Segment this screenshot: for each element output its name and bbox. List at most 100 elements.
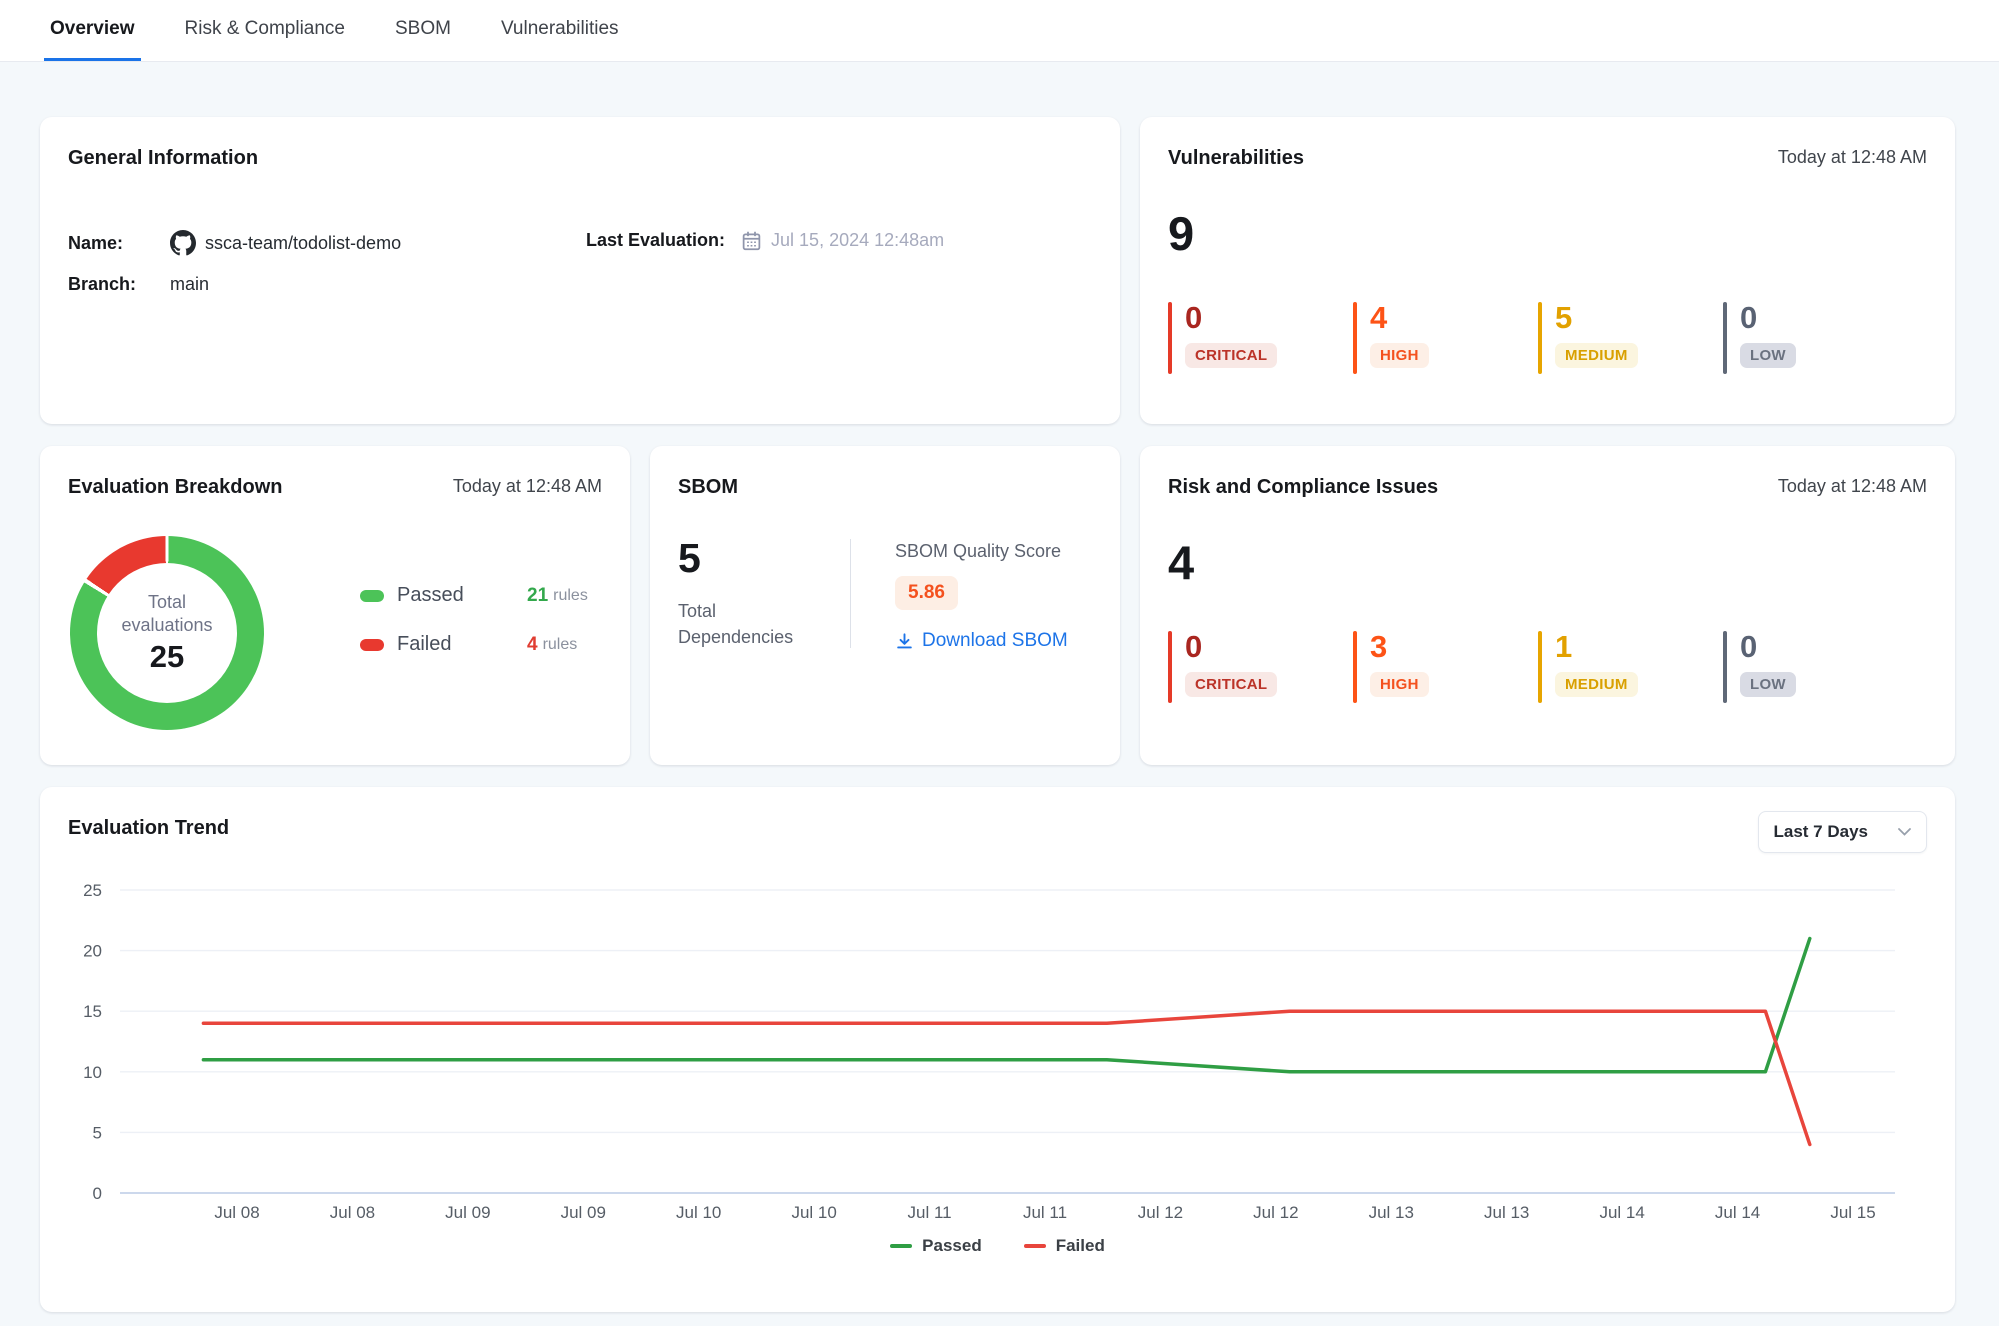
svg-text:Jul 10: Jul 10	[791, 1203, 836, 1222]
svg-text:Jul 10: Jul 10	[676, 1203, 721, 1222]
trend-legend-passed: Passed	[890, 1236, 982, 1256]
download-sbom-link[interactable]: Download SBOM	[895, 630, 1068, 652]
dashboard-content: General Information Name: ssca-team/todo…	[0, 62, 1999, 1312]
svg-text:20: 20	[83, 942, 102, 961]
evaluation-trend-chart: 0510152025Jul 08Jul 08Jul 09Jul 09Jul 10…	[68, 875, 1922, 1230]
svg-text:10: 10	[83, 1063, 102, 1082]
breakdown-legend-failed: Failed 4 rules	[360, 633, 588, 656]
general-information-card: General Information Name: ssca-team/todo…	[40, 117, 1120, 424]
donut-total-value: 25	[150, 639, 184, 675]
svg-text:Jul 09: Jul 09	[561, 1203, 606, 1222]
svg-text:Jul 14: Jul 14	[1715, 1203, 1760, 1222]
severity-count: 0	[1740, 631, 1796, 664]
svg-text:Jul 12: Jul 12	[1138, 1203, 1183, 1222]
svg-text:5: 5	[93, 1123, 102, 1142]
severity-badge: MEDIUM	[1555, 343, 1638, 368]
tab-sbom[interactable]: SBOM	[389, 0, 457, 61]
trend-legend-failed: Failed	[1024, 1236, 1105, 1256]
vulnerabilities-card: Vulnerabilities Today at 12:48 AM 9 0 CRI…	[1140, 117, 1955, 424]
tab-overview[interactable]: Overview	[44, 0, 141, 61]
last-evaluation-label: Last Evaluation:	[586, 230, 725, 251]
legend-label: Passed	[922, 1236, 982, 1256]
chevron-down-icon	[1898, 828, 1911, 836]
calendar-icon	[741, 230, 762, 251]
severity-count: 5	[1555, 302, 1638, 335]
vulnerability-severity-medium: 5 MEDIUM	[1538, 302, 1723, 374]
date-range-dropdown[interactable]: Last 7 Days	[1758, 811, 1928, 853]
severity-badge: HIGH	[1370, 343, 1429, 368]
repo-name-value: ssca-team/todolist-demo	[205, 233, 401, 254]
evaluation-breakdown-timestamp: Today at 12:48 AM	[453, 476, 602, 497]
trend-chart-legend: Passed Failed	[68, 1236, 1927, 1256]
severity-count: 3	[1370, 631, 1429, 664]
tab-bar: Overview Risk & Compliance SBOM Vulnerabili…	[0, 0, 1999, 62]
evaluations-donut-chart: Totalevaluations 25	[70, 536, 264, 730]
last-evaluation-row: Last Evaluation: Jul 15, 2024 12:48am	[586, 230, 944, 251]
severity-badge: MEDIUM	[1555, 672, 1638, 697]
branch-row: Branch: main	[68, 274, 1092, 295]
risk-severity-medium: 1MEDIUM	[1538, 631, 1723, 703]
evaluation-breakdown-card: Evaluation Breakdown Today at 12:48 AM T…	[40, 446, 630, 765]
sbom-card: SBOM 5 Total Dependencies SBOM Quality S…	[650, 446, 1120, 765]
risk-compliance-timestamp: Today at 12:48 AM	[1778, 476, 1927, 497]
legend-unit: rules	[543, 636, 578, 654]
download-icon	[895, 632, 914, 651]
severity-bar	[1723, 302, 1727, 374]
svg-text:Jul 13: Jul 13	[1369, 1203, 1414, 1222]
svg-text:Jul 08: Jul 08	[330, 1203, 375, 1222]
severity-bar	[1353, 302, 1357, 374]
vulnerabilities-timestamp: Today at 12:48 AM	[1778, 147, 1927, 168]
risk-compliance-title: Risk and Compliance Issues	[1168, 476, 1438, 499]
svg-text:Jul 11: Jul 11	[1023, 1203, 1067, 1222]
name-label: Name:	[68, 233, 140, 254]
severity-badge: LOW	[1740, 672, 1796, 697]
severity-count: 0	[1185, 302, 1277, 335]
total-dependencies-value: 5	[678, 535, 850, 582]
github-icon	[170, 230, 196, 256]
svg-text:0: 0	[93, 1184, 102, 1203]
svg-text:Jul 15: Jul 15	[1830, 1203, 1875, 1222]
vulnerabilities-severity-row: 0 CRITICAL 4 HIGH 5 MEDIUM 0 LOW	[1168, 302, 1927, 374]
severity-bar	[1168, 631, 1172, 703]
severity-count: 0	[1185, 631, 1277, 664]
download-sbom-label: Download SBOM	[922, 630, 1068, 652]
severity-badge: HIGH	[1370, 672, 1429, 697]
risk-severity-critical: 0CRITICAL	[1168, 631, 1353, 703]
svg-text:Jul 13: Jul 13	[1484, 1203, 1529, 1222]
sbom-quality-score-badge: 5.86	[895, 576, 958, 610]
evaluation-breakdown-title: Evaluation Breakdown	[68, 476, 283, 499]
legend-value: 4	[527, 634, 538, 656]
evaluation-trend-card: Evaluation Trend Last 7 Days 0510152025J…	[40, 787, 1955, 1312]
legend-dash	[1024, 1244, 1046, 1248]
tab-vulnerabilities[interactable]: Vulnerabilities	[495, 0, 625, 61]
tab-risk-compliance[interactable]: Risk & Compliance	[179, 0, 352, 61]
severity-bar	[1538, 302, 1542, 374]
risk-compliance-total: 4	[1168, 537, 1927, 589]
severity-count: 4	[1370, 302, 1429, 335]
breakdown-legend-passed: Passed 21 rules	[360, 584, 588, 607]
risk-severity-row: 0CRITICAL 3 HIGH 1MEDIUM 0 LOW	[1168, 631, 1927, 703]
svg-text:Jul 14: Jul 14	[1599, 1203, 1644, 1222]
severity-badge: CRITICAL	[1185, 343, 1277, 368]
vulnerability-severity-high: 4 HIGH	[1353, 302, 1538, 374]
sbom-quality-score-label: SBOM Quality Score	[895, 541, 1068, 562]
last-evaluation-value: Jul 15, 2024 12:48am	[771, 230, 944, 251]
severity-count: 0	[1740, 302, 1796, 335]
vulnerabilities-total: 9	[1168, 208, 1927, 260]
breakdown-legend: Passed 21 rules Failed 4 rules	[360, 584, 588, 682]
sbom-title: SBOM	[678, 476, 1092, 499]
donut-center-label: Totalevaluations	[121, 591, 212, 638]
legend-pill	[360, 590, 384, 602]
risk-severity-low: 0 LOW	[1723, 631, 1908, 703]
evaluation-trend-title: Evaluation Trend	[68, 817, 229, 840]
general-information-title: General Information	[68, 147, 1092, 170]
severity-badge: LOW	[1740, 343, 1796, 368]
legend-unit: rules	[553, 587, 588, 605]
svg-text:15: 15	[83, 1002, 102, 1021]
risk-compliance-card: Risk and Compliance Issues Today at 12:4…	[1140, 446, 1955, 765]
vulnerabilities-title: Vulnerabilities	[1168, 147, 1304, 170]
legend-label: Failed	[1056, 1236, 1105, 1256]
branch-label: Branch:	[68, 274, 140, 295]
svg-text:Jul 08: Jul 08	[214, 1203, 259, 1222]
legend-value: 21	[527, 585, 548, 607]
